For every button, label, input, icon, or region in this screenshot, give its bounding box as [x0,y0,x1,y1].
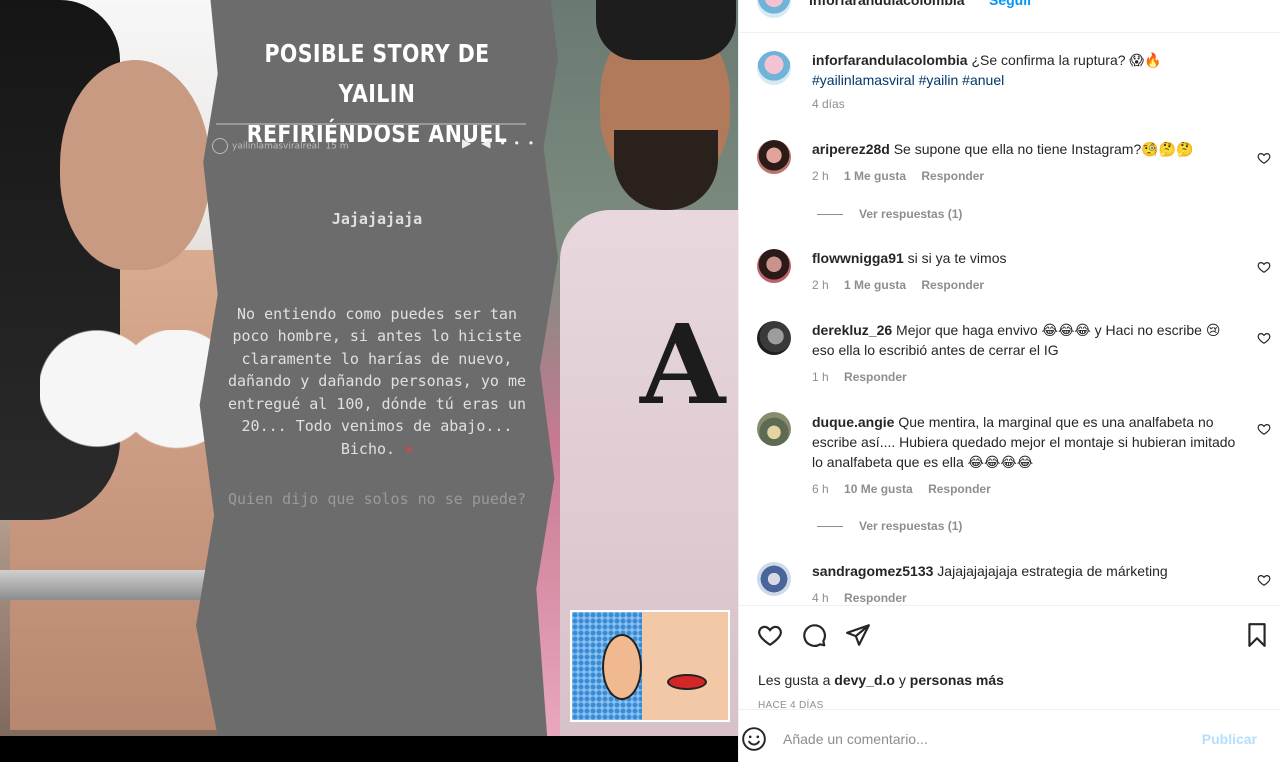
mute-icon: ◀ [481,136,501,150]
post-header: inforfarandulacolombia Seguir ··· [739,0,1280,33]
left-photo-face [60,60,210,270]
comment-icon[interactable] [801,622,827,648]
comment-username[interactable]: sandragomez5133 [812,563,933,579]
comment-heart-icon[interactable] [1257,260,1271,274]
reply-button[interactable]: Responder [921,169,984,183]
paper-plane-icon[interactable] [845,622,871,648]
story-controls: ▶◀••• [462,136,543,150]
more-options-icon[interactable]: ··· [1240,0,1261,7]
comment-likes[interactable]: 1 Me gusta [844,169,906,183]
view-replies-button[interactable]: Ver respuestas (1) [817,207,962,221]
comment-meta: 1 h Responder [812,370,919,384]
reply-button[interactable]: Responder [844,591,907,605]
comment-time[interactable]: 1 h [812,370,829,384]
comment-avatar[interactable] [757,321,791,355]
likes-others-link[interactable]: personas más [910,672,1004,688]
reply-button[interactable]: Responder [921,278,984,292]
story-progress-bar [216,123,526,125]
comment-username[interactable]: flowwnigga91 [812,250,904,266]
comment-time[interactable]: 6 h [812,482,829,496]
comment-avatar[interactable] [757,562,791,596]
comment-time[interactable]: 4 h [812,591,829,605]
jacket-letter: A [640,300,726,429]
post-media[interactable]: A POSIBLE STORY DE YAILIN REFIRIÉNDOSE A… [0,0,738,762]
comment-heart-icon[interactable] [1257,331,1271,345]
story-avatar [212,138,228,154]
story-text: Jajajajaja No entiendo como puedes ser t… [227,210,526,508]
heart-icon[interactable] [757,622,783,648]
caption-text: inforfarandulacolombia ¿Se confirma la r… [812,52,1162,88]
comment-text: flowwnigga91 si si ya te vimos [812,250,1007,266]
comment-username[interactable]: duque.angie [812,414,894,430]
comment-time[interactable]: 2 h [812,278,829,292]
caption-meta: 4 días [812,97,845,111]
likes-user-link[interactable]: devy_d.o [834,672,895,688]
caption-avatar[interactable] [757,51,791,85]
author-username[interactable]: inforfarandulacolombia [809,0,965,8]
caption-hashtags[interactable]: #yailinlamasviral #yailin #anuel [812,72,1004,88]
comment-username[interactable]: derekluz_26 [812,322,892,338]
comment-avatar[interactable] [757,412,791,446]
post-actions: Les gusta a devy_d.o y personas más HACE… [739,605,1280,711]
comment-text: duque.angie Que mentira, la marginal que… [812,414,1236,470]
story-user: yailinlamasviralreal 15 m [212,138,348,154]
media-bottom-bar [0,736,738,762]
comment-avatar[interactable] [757,249,791,283]
view-replies-button[interactable]: Ver respuestas (1) [817,519,962,533]
comment-composer: Publicar [739,709,1280,762]
emoji-icon[interactable] [741,726,767,752]
comment-heart-icon[interactable] [1257,151,1271,165]
comment-time[interactable]: 2 h [812,169,829,183]
comment-heart-icon[interactable] [1257,573,1271,587]
comment-likes[interactable]: 10 Me gusta [844,482,913,496]
reply-button[interactable]: Responder [928,482,991,496]
reply-button[interactable]: Responder [844,370,907,384]
caption-username[interactable]: inforfarandulacolombia [812,52,968,68]
comment-text: ariperez28d Se supone que ella no tiene … [812,141,1194,157]
comments-list[interactable]: inforfarandulacolombia ¿Se confirma la r… [739,33,1280,605]
likes-summary: Les gusta a devy_d.o y personas más [758,672,1004,688]
author-avatar[interactable] [757,0,791,18]
right-photo-cap [596,0,736,60]
follow-button[interactable]: Seguir [989,0,1033,8]
comment-likes[interactable]: 1 Me gusta [844,278,906,292]
comment-username[interactable]: ariperez28d [812,141,890,157]
comment-avatar[interactable] [757,140,791,174]
bookmark-icon[interactable] [1244,622,1270,648]
comment-meta: 6 h 10 Me gusta Responder [812,482,1003,496]
comment-meta: 2 h 1 Me gusta Responder [812,278,996,292]
pop-art-inset [570,610,730,722]
publish-button[interactable]: Publicar [1202,731,1257,747]
comment-text: derekluz_26 Mejor que haga envivo 😂😂😂 y … [812,322,1221,358]
post-side-panel: inforfarandulacolombia Seguir ··· inforf… [738,0,1280,762]
comment-heart-icon[interactable] [1257,422,1271,436]
comment-meta: 2 h 1 Me gusta Responder [812,169,996,183]
cross-mark-icon: ✕ [404,439,414,458]
play-icon: ▶ [462,136,482,150]
comment-text: sandragomez5133 Jajajajajajaja estrategi… [812,563,1168,579]
more-icon: ••• [500,136,544,150]
comment-meta: 4 h Responder [812,591,919,605]
comment-input[interactable] [783,724,1183,754]
